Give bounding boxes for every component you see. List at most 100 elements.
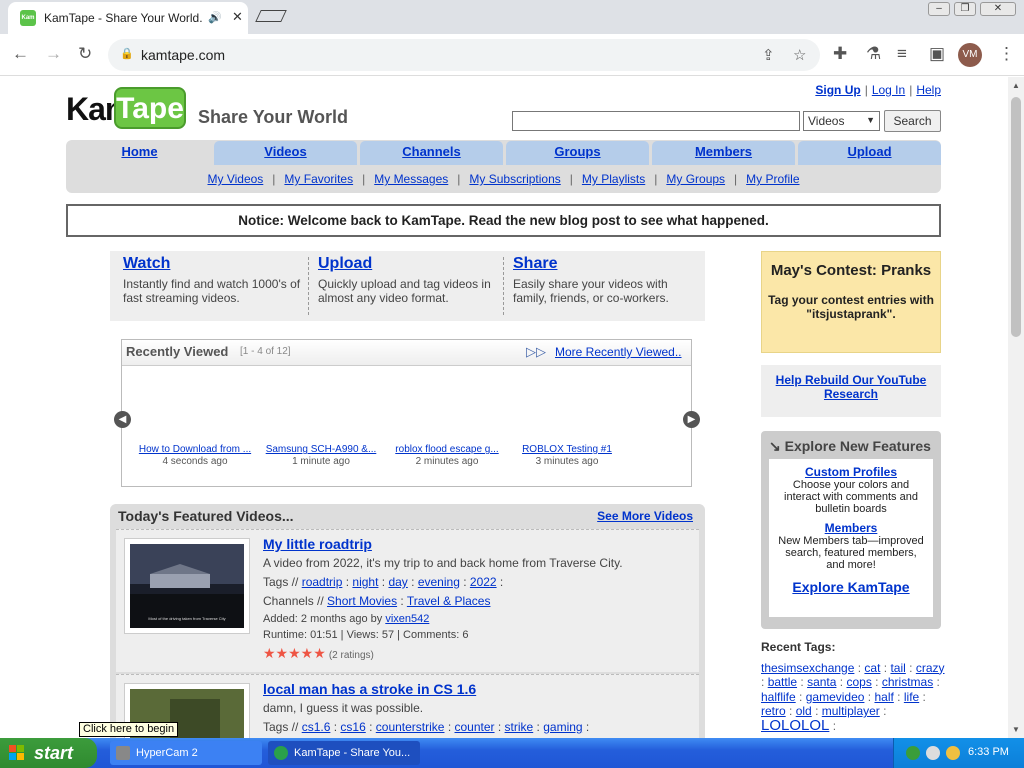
- tab-upload[interactable]: Upload: [798, 141, 941, 165]
- tag-link[interactable]: day: [388, 575, 407, 589]
- help-link[interactable]: Help: [916, 83, 941, 97]
- subnav-my-profile[interactable]: My Profile: [746, 172, 799, 186]
- search-input[interactable]: [512, 111, 800, 131]
- minimize-button[interactable]: –: [928, 2, 950, 16]
- profile-avatar[interactable]: VM: [958, 43, 982, 67]
- tag-link[interactable]: cat: [864, 661, 880, 675]
- tray-app-icon[interactable]: [906, 746, 920, 760]
- extensions-icon[interactable]: ✚: [833, 44, 847, 64]
- volume-icon[interactable]: [926, 746, 940, 760]
- maximize-button[interactable]: ❐: [954, 2, 976, 16]
- tag-link[interactable]: tail: [890, 661, 905, 675]
- subnav-my-playlists[interactable]: My Playlists: [582, 172, 645, 186]
- address-bar[interactable]: 🔒 kamtape.com ⇪ ☆: [108, 39, 820, 71]
- lab-flask-icon[interactable]: ⚗: [866, 44, 881, 64]
- subnav-my-messages[interactable]: My Messages: [374, 172, 448, 186]
- tag-link[interactable]: evening: [418, 575, 460, 589]
- scroll-down-arrow-icon[interactable]: ▼: [1012, 725, 1020, 734]
- lock-icon[interactable]: 🔒: [120, 47, 134, 60]
- tag-link[interactable]: cs16: [340, 720, 365, 734]
- subnav-my-groups[interactable]: My Groups: [666, 172, 725, 186]
- recent-item-title[interactable]: How to Download from ...: [130, 444, 260, 455]
- help-rebuild-link[interactable]: Help Rebuild Our YouTube Research: [776, 373, 927, 401]
- browser-tab[interactable]: Kam KamTape - Share Your World. 🔊 ✕: [8, 2, 248, 34]
- video-title-link[interactable]: local man has a stroke in CS 1.6: [263, 681, 476, 697]
- bookmark-star-icon[interactable]: ☆: [793, 46, 806, 64]
- side-panel-icon[interactable]: ▣: [929, 44, 945, 64]
- uploader-link[interactable]: vixen542: [385, 613, 429, 625]
- subnav-my-videos[interactable]: My Videos: [207, 172, 263, 186]
- channel-link[interactable]: Travel & Places: [407, 594, 491, 608]
- explore-kamtape-link[interactable]: Explore KamTape: [769, 579, 933, 595]
- recent-item[interactable]: ROBLOX Testing #1 3 minutes ago: [502, 444, 632, 467]
- search-icon[interactable]: [946, 746, 960, 760]
- log-in-link[interactable]: Log In: [872, 83, 905, 97]
- custom-profiles-link[interactable]: Custom Profiles: [769, 465, 933, 479]
- members-feature-link[interactable]: Members: [769, 521, 933, 535]
- search-button[interactable]: Search: [884, 110, 941, 132]
- recent-item[interactable]: Samsung SCH-A990 &... 1 minute ago: [256, 444, 386, 467]
- start-button[interactable]: start: [0, 738, 97, 768]
- close-window-button[interactable]: ✕: [980, 2, 1016, 16]
- recent-item[interactable]: roblox flood escape g... 2 minutes ago: [382, 444, 512, 467]
- url-text[interactable]: kamtape.com: [141, 47, 225, 63]
- watch-link[interactable]: Watch: [123, 255, 170, 272]
- channel-link[interactable]: Short Movies: [327, 594, 397, 608]
- subnav-my-subscriptions[interactable]: My Subscriptions: [469, 172, 560, 186]
- tag-link[interactable]: santa: [807, 675, 836, 689]
- tag-link[interactable]: roadtrip: [302, 575, 343, 589]
- tag-link[interactable]: crazy: [916, 661, 945, 675]
- menu-kebab-icon[interactable]: ⋮: [998, 44, 1015, 64]
- tag-link[interactable]: halflife: [761, 690, 796, 704]
- tab-home[interactable]: Home: [68, 141, 211, 165]
- sign-up-link[interactable]: Sign Up: [815, 83, 860, 97]
- recent-item-title[interactable]: roblox flood escape g...: [382, 444, 512, 455]
- close-tab-icon[interactable]: ✕: [232, 9, 243, 25]
- more-recently-viewed-link[interactable]: More Recently Viewed..: [555, 345, 682, 359]
- tag-link[interactable]: life: [904, 690, 919, 704]
- page-scrollbar[interactable]: ▲ ▼: [1008, 77, 1024, 738]
- tab-videos[interactable]: Videos: [214, 141, 357, 165]
- recent-item-title[interactable]: ROBLOX Testing #1: [502, 444, 632, 455]
- tab-groups[interactable]: Groups: [506, 141, 649, 165]
- recent-item-title[interactable]: Samsung SCH-A990 &...: [256, 444, 386, 455]
- search-category-select[interactable]: Videos ▼: [803, 111, 880, 131]
- tag-link[interactable]: counterstrike: [376, 720, 445, 734]
- tag-link[interactable]: night: [352, 575, 378, 589]
- share-icon[interactable]: ⇪: [762, 46, 775, 64]
- taskbar-hypercam-button[interactable]: HyperCam 2: [110, 741, 262, 765]
- tag-link[interactable]: multiplayer: [822, 704, 880, 718]
- tag-link[interactable]: LOLOLOL: [761, 717, 829, 734]
- scroll-right-arrow-icon[interactable]: ▶: [683, 411, 700, 428]
- reading-list-icon[interactable]: ≡: [897, 44, 907, 64]
- subnav-my-favorites[interactable]: My Favorites: [284, 172, 353, 186]
- scrollbar-thumb[interactable]: [1011, 97, 1021, 337]
- tag-link[interactable]: counter: [455, 720, 495, 734]
- speaker-icon[interactable]: 🔊: [208, 11, 222, 24]
- share-link[interactable]: Share: [513, 255, 557, 272]
- see-more-videos-link[interactable]: See More Videos: [597, 509, 693, 523]
- upload-link[interactable]: Upload: [318, 255, 372, 272]
- tag-link[interactable]: strike: [505, 720, 534, 734]
- tag-link[interactable]: cs1.6: [302, 720, 331, 734]
- recent-item[interactable]: How to Download from ... 4 seconds ago: [130, 444, 260, 467]
- back-icon[interactable]: ←: [12, 44, 29, 64]
- fast-forward-icon[interactable]: ▷▷: [526, 344, 546, 360]
- forward-icon[interactable]: →: [45, 44, 62, 64]
- reload-icon[interactable]: ↻: [78, 44, 92, 64]
- scroll-up-arrow-icon[interactable]: ▲: [1012, 81, 1020, 90]
- new-tab-button[interactable]: [255, 10, 287, 22]
- tab-members[interactable]: Members: [652, 141, 795, 165]
- tag-link[interactable]: cops: [846, 675, 871, 689]
- scroll-left-arrow-icon[interactable]: ◀: [114, 411, 131, 428]
- tag-link[interactable]: thesimsexchange: [761, 661, 854, 675]
- tag-link[interactable]: christmas: [882, 675, 933, 689]
- tag-link[interactable]: half: [874, 690, 893, 704]
- video-title-link[interactable]: My little roadtrip: [263, 536, 372, 552]
- tag-link[interactable]: 2022: [470, 575, 497, 589]
- video-thumbnail[interactable]: Most of the driving taken from Traverse …: [124, 538, 250, 634]
- tag-link[interactable]: gamevideo: [806, 690, 865, 704]
- taskbar-kamtape-button[interactable]: KamTape - Share You...: [268, 741, 420, 765]
- tag-link[interactable]: gaming: [543, 720, 582, 734]
- tag-link[interactable]: battle: [768, 675, 797, 689]
